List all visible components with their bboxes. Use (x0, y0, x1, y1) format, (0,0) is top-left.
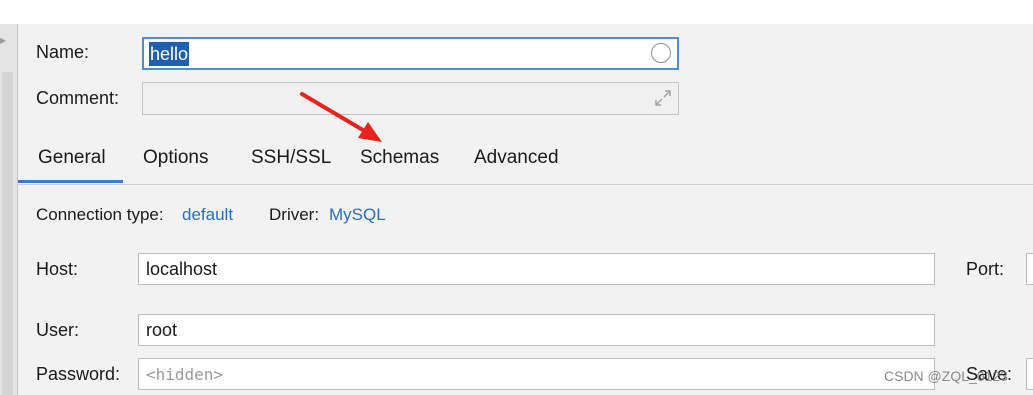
password-input[interactable]: <hidden> (138, 358, 935, 390)
name-label: Name: (36, 42, 90, 62)
password-label: Password: (36, 364, 121, 384)
watermark: CSDN @ZQL_0123 (884, 368, 1008, 384)
window-top-strip (0, 0, 1033, 24)
tab-general-label: General (38, 147, 106, 168)
comment-input[interactable] (142, 82, 679, 115)
tab-general[interactable]: General (18, 136, 123, 183)
user-input[interactable]: root (138, 314, 935, 346)
tab-schemas[interactable]: Schemas (360, 136, 439, 183)
left-scroll-gutter[interactable]: ▸ (0, 24, 18, 395)
connection-type-label: Connection type: (36, 205, 164, 224)
scrollbar-thumb[interactable] (2, 72, 13, 395)
driver-link[interactable]: MySQL (329, 205, 386, 225)
port-input[interactable] (1026, 253, 1033, 285)
host-input[interactable]: localhost (138, 253, 935, 285)
tab-advanced-label: Advanced (474, 147, 559, 168)
tab-ssh-ssl-label: SSH/SSL (251, 147, 332, 168)
tab-schemas-label: Schemas (360, 147, 440, 168)
host-label: Host: (36, 259, 79, 279)
connection-type-link[interactable]: default (182, 205, 233, 225)
comment-label: Comment: (36, 88, 120, 108)
user-label: User: (36, 320, 80, 340)
tab-options[interactable]: Options (143, 136, 208, 183)
tab-options-label: Options (143, 147, 209, 168)
tab-bar: General Options SSH/SSL Schemas Advanced (18, 136, 1033, 185)
tab-ssh-ssl[interactable]: SSH/SSL (251, 136, 331, 183)
chevron-right-icon[interactable]: ▸ (0, 32, 6, 48)
tab-advanced[interactable]: Advanced (474, 136, 559, 183)
password-placeholder[interactable]: <hidden> (146, 365, 223, 385)
name-input-value[interactable]: hello (149, 42, 190, 66)
host-input-value[interactable]: localhost (146, 258, 217, 280)
expand-icon[interactable] (654, 89, 672, 107)
user-input-value[interactable]: root (146, 319, 177, 341)
driver-label: Driver: (269, 205, 320, 224)
port-label: Port: (966, 259, 1005, 279)
name-input[interactable]: hello (142, 37, 679, 70)
circle-icon[interactable] (651, 43, 671, 63)
save-dropdown[interactable] (1026, 358, 1033, 390)
